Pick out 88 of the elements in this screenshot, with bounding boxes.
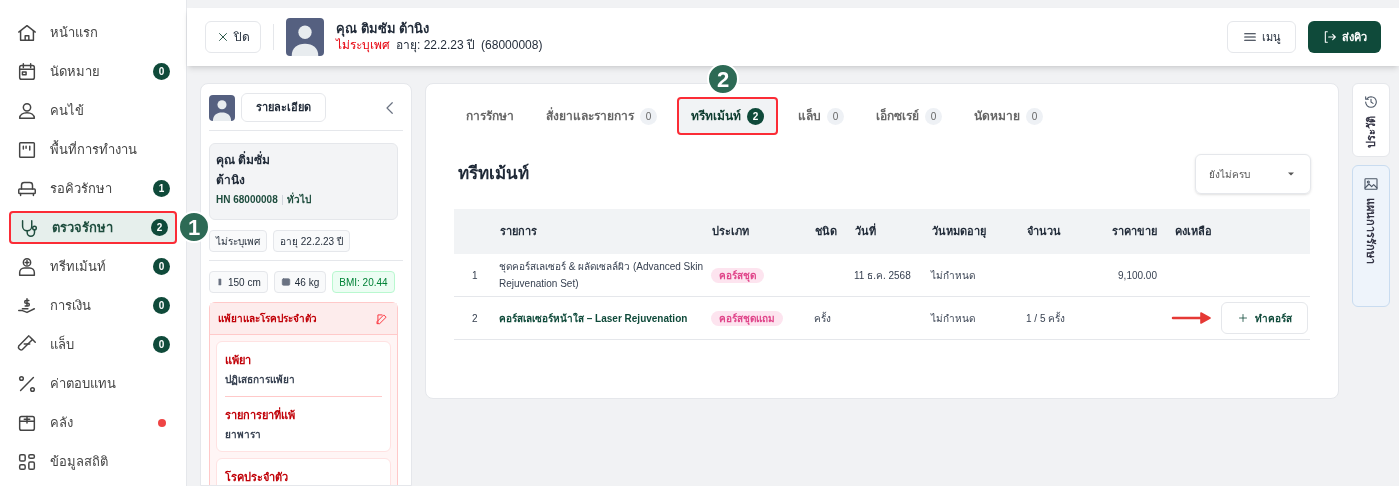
section-title: ทรีทเม้นท์: [458, 162, 529, 186]
kind-cell-text: ครั้ง: [814, 310, 832, 326]
field-label: รายการยาที่แพ้: [225, 406, 296, 423]
quantity-cell-text: 1 / 5 ครั้ง: [1026, 310, 1067, 326]
sidebar-item[interactable]: พื้นที่การทำงาน: [9, 133, 177, 166]
allergy-card-title: แพ้ยาและโรคประจำตัว: [218, 312, 317, 326]
close-icon: [216, 30, 230, 44]
field-label: โรคประจำตัว: [225, 469, 289, 485]
column-header: ประเภท: [711, 224, 750, 240]
field-label: แพ้ยา: [225, 353, 252, 368]
plus-icon: [1237, 312, 1249, 324]
column-header: ราคาขาย: [1111, 224, 1157, 240]
image-icon: [1363, 176, 1379, 192]
side-tab-label: แผนการรักษา: [1364, 198, 1379, 264]
sidebar-item[interactable]: การเงิน 0: [9, 289, 177, 322]
type-tag: คอร์สชุดแถม: [711, 310, 783, 326]
history-icon: [1363, 94, 1379, 110]
info-tag: ไม่ระบุเพศ: [209, 230, 267, 252]
count-badge: 0: [153, 258, 170, 275]
tab[interactable]: การรักษา: [454, 97, 526, 135]
sidebar-item[interactable]: แล็บ 0: [9, 328, 177, 361]
sidebar-item[interactable]: ค่าตอบแทน: [9, 367, 177, 400]
gender-text: ไม่ระบุเพศ: [336, 37, 390, 53]
count-badge: 0: [1026, 107, 1043, 125]
tab[interactable]: สั่งยาและรายการ 0: [534, 97, 669, 135]
hn-text: HN 68000008: [216, 193, 278, 207]
details-button[interactable]: รายละเอียด: [241, 93, 326, 122]
item-name: คอร์สเลเซอร์หน้าใส – Laser Rejuvenation: [499, 311, 689, 326]
patient-name: คุณ ติมซัม ต้านิง: [336, 21, 431, 37]
column-header: วันหมดอายุ: [931, 224, 987, 240]
sidebar-item[interactable]: ทรีทเม้นท์ 0: [9, 250, 177, 283]
type-tag: คอร์สชุด: [711, 267, 764, 283]
sidebar-item[interactable]: ข้อมูลสถิติ: [9, 445, 177, 478]
doctor-icon: [16, 255, 38, 278]
step-number-badge: 1: [178, 211, 210, 243]
row-number: 1: [471, 268, 479, 283]
age-text: อายุ: 22.2.23 ปี: [396, 37, 476, 53]
info-tag: อายุ 22.2.23 ปี: [273, 230, 350, 252]
tab[interactable]: แล็บ 0: [786, 97, 856, 135]
menu-button[interactable]: เมนู: [1227, 21, 1296, 53]
group-text: ทั่วไป: [286, 192, 311, 207]
patient-name: คุณ ติ่มซั่ม: [216, 150, 272, 170]
start-course-button[interactable]: ทำคอร์ส: [1221, 302, 1308, 334]
column-header: จำนวน: [1026, 224, 1062, 240]
count-badge: 0: [153, 297, 170, 314]
weight-text: 46 kg: [294, 275, 320, 290]
send-queue-button[interactable]: ส่งคิว: [1308, 21, 1381, 53]
avatar-silhouette-icon: [286, 18, 324, 56]
sidebar-item[interactable]: คนไข้: [9, 94, 177, 127]
price-cell-text: 9,100.00: [1117, 268, 1157, 283]
step-number-badge: 2: [707, 63, 739, 95]
date-cell-text: 11 ธ.ค. 2568: [854, 268, 912, 283]
calendar-icon: [16, 60, 38, 83]
patient-name: ต้านิง: [216, 172, 246, 189]
count-badge: 0: [640, 107, 657, 125]
side-tab-label: ประวัติ: [1363, 116, 1378, 148]
sidebar-item[interactable]: นัดหมาย 0: [9, 55, 177, 88]
field-value: ปฏิเสธการแพ้ยา: [225, 373, 296, 388]
count-badge: 0: [827, 107, 844, 125]
avatar-silhouette-icon: [209, 94, 235, 121]
count-badge: 1: [153, 180, 170, 197]
tab[interactable]: เอ็กซเรย์ 0: [864, 97, 954, 135]
sidebar-item[interactable]: หน้าแรก: [9, 16, 177, 49]
row-number: 2: [471, 311, 479, 326]
count-badge: 2: [747, 107, 764, 125]
expiry-cell-text: ไม่กำหนด: [931, 311, 976, 326]
sidebar-item[interactable]: รอคิวรักษา 1: [9, 172, 177, 205]
count-badge: 0: [925, 107, 942, 125]
sidebar-item[interactable]: คลัง: [9, 406, 177, 439]
count-badge: 2: [151, 219, 168, 236]
close-button[interactable]: ปิด: [205, 21, 261, 53]
hn-text: (68000008): [481, 37, 543, 53]
item-name: ชุดคอร์สเลเซอร์ & ผลัดเซลล์ผิว (Advanced Skin Rejuvenation Set): [499, 260, 705, 291]
column-header: ชนิด: [814, 224, 838, 240]
expiry-cell-text: ไม่กำหนด: [931, 268, 976, 283]
field-value: ยาพารา: [225, 428, 262, 442]
tab[interactable]: นัดหมาย 0: [962, 97, 1055, 135]
count-badge: 0: [153, 336, 170, 353]
column-header: รายการ: [499, 224, 538, 240]
column-header: คงเหลือ: [1174, 224, 1213, 240]
exit-arrow-icon: [1322, 29, 1338, 45]
count-badge: 0: [153, 63, 170, 80]
height-text: 150 cm: [228, 275, 261, 290]
side-tab[interactable]: แผนการรักษา: [1352, 165, 1390, 307]
side-tab[interactable]: ประวัติ: [1352, 83, 1390, 157]
bmi-tag: BMI: 20.44: [332, 271, 395, 293]
status-dropdown[interactable]: ยังไม่ครบ: [1195, 154, 1311, 194]
column-header: วันที่: [854, 223, 877, 240]
